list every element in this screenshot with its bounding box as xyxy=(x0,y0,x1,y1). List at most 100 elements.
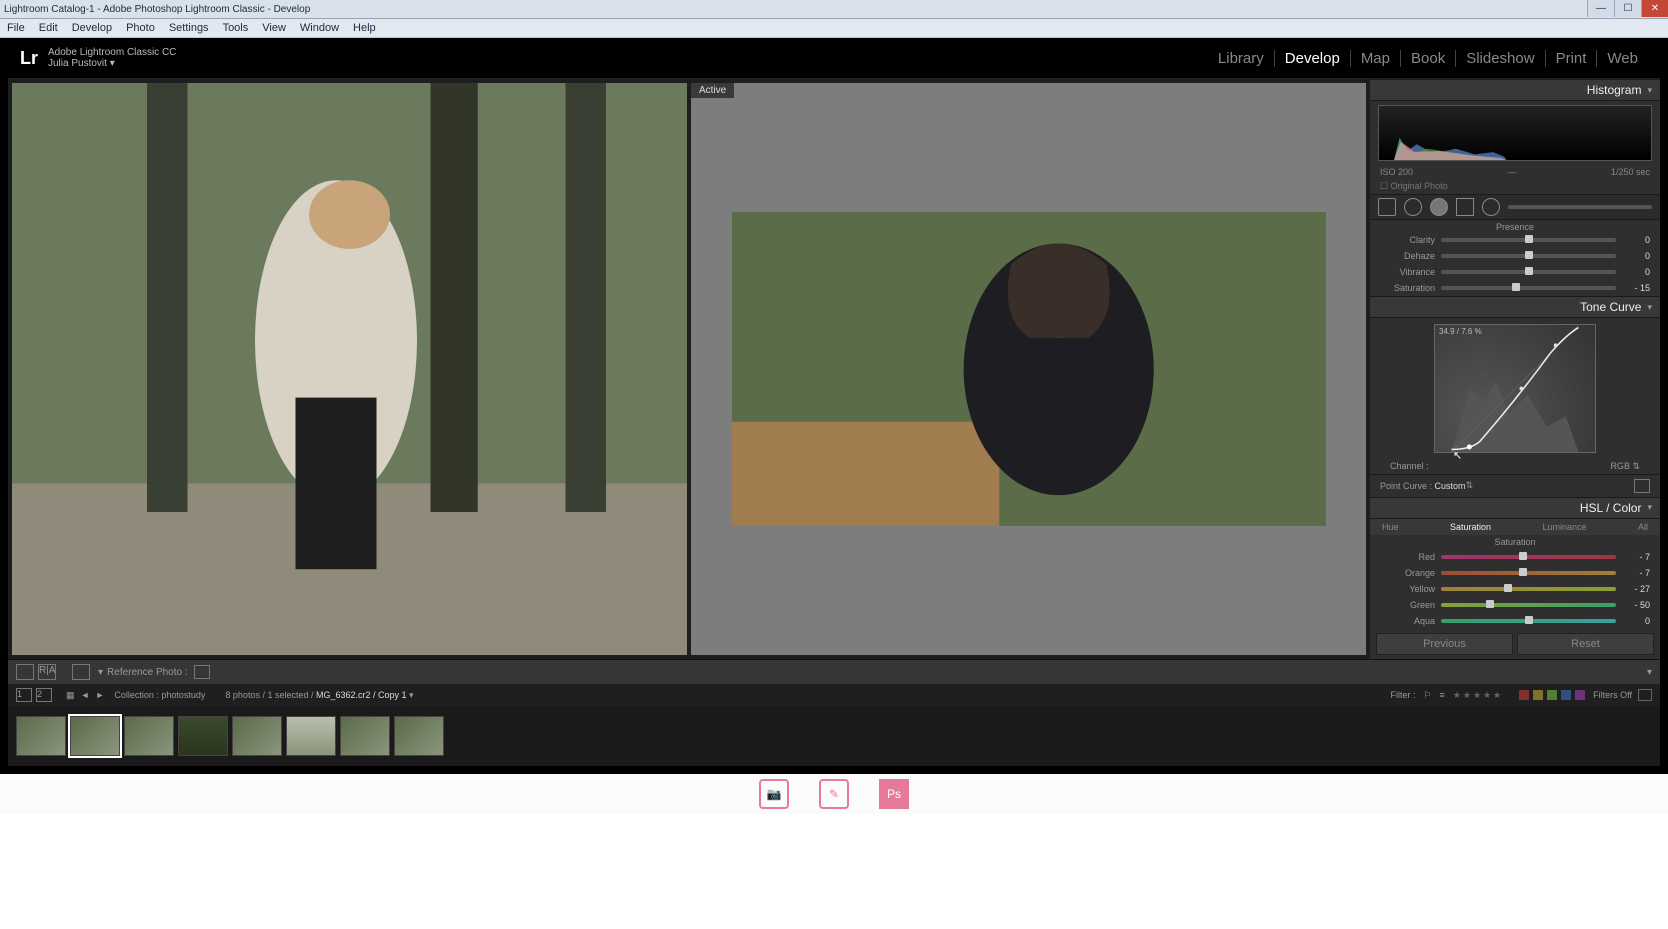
point-curve-value[interactable]: Custom xyxy=(1435,481,1466,491)
slider-value: 0 xyxy=(1622,616,1650,626)
channel-value[interactable]: RGB xyxy=(1610,461,1630,471)
hsl-tab-luminance[interactable]: Luminance xyxy=(1542,522,1586,532)
camera-icon[interactable]: 📷 xyxy=(759,779,789,809)
reference-view-icon[interactable]: R|A xyxy=(38,664,56,680)
point-curve-toggle-icon[interactable] xyxy=(1634,479,1650,493)
crop-tool-icon[interactable] xyxy=(1378,198,1396,216)
before-after-icon[interactable] xyxy=(72,664,90,680)
slider-clarity[interactable]: Clarity 0 xyxy=(1370,232,1660,248)
lock-reference-icon[interactable] xyxy=(194,665,210,679)
hsl-slider-green[interactable]: Green - 50 xyxy=(1370,597,1660,613)
hsl-tab-saturation[interactable]: Saturation xyxy=(1450,522,1491,532)
chevron-down-icon[interactable]: ▾ xyxy=(98,667,103,678)
menu-view[interactable]: View xyxy=(255,22,293,34)
filmstrip-thumb[interactable] xyxy=(178,716,228,756)
reference-pane[interactable]: Reference xyxy=(12,83,687,655)
filmstrip[interactable] xyxy=(8,706,1660,766)
spot-removal-icon[interactable] xyxy=(1404,198,1422,216)
second-monitor-icon[interactable]: 2 xyxy=(36,688,52,702)
second-window-icon[interactable]: 1 xyxy=(16,688,32,702)
active-pane[interactable]: Active xyxy=(691,83,1366,655)
sort-icon[interactable]: ≡ xyxy=(1440,690,1445,700)
filmstrip-thumb[interactable] xyxy=(16,716,66,756)
grid-icon[interactable]: ▦ xyxy=(66,690,75,701)
filmstrip-thumb[interactable] xyxy=(286,716,336,756)
module-print[interactable]: Print xyxy=(1545,50,1597,67)
slider-dehaze[interactable]: Dehaze 0 xyxy=(1370,248,1660,264)
chevron-down-icon[interactable]: ▾ xyxy=(1647,85,1652,96)
reset-button[interactable]: Reset xyxy=(1517,633,1654,655)
menu-help[interactable]: Help xyxy=(346,22,383,34)
filmstrip-thumb[interactable] xyxy=(70,716,120,756)
slider-vibrance[interactable]: Vibrance 0 xyxy=(1370,264,1660,280)
graduated-filter-icon[interactable] xyxy=(1456,198,1474,216)
hsl-slider-aqua[interactable]: Aqua 0 xyxy=(1370,613,1660,629)
rating-filter[interactable]: ★★★★★ xyxy=(1453,690,1503,701)
filmstrip-thumb[interactable] xyxy=(124,716,174,756)
hsl-tab-hue[interactable]: Hue xyxy=(1382,522,1399,532)
original-photo-toggle[interactable]: ☐ Original Photo xyxy=(1370,179,1660,194)
module-slideshow[interactable]: Slideshow xyxy=(1455,50,1544,67)
photoshop-icon[interactable]: Ps xyxy=(879,779,909,809)
overlay-icon-bar: 📷 ✎ Ps xyxy=(0,774,1668,814)
chevron-down-icon[interactable]: ▾ xyxy=(409,690,414,700)
slider-value: 0 xyxy=(1622,251,1650,261)
menu-file[interactable]: File xyxy=(0,22,32,34)
chevron-down-icon[interactable]: ▾ xyxy=(1647,302,1652,313)
loupe-view-icon[interactable] xyxy=(16,664,34,680)
menu-tools[interactable]: Tools xyxy=(216,22,256,34)
chevron-down-icon[interactable]: ▾ xyxy=(110,58,115,69)
identity-plate[interactable]: Adobe Lightroom Classic CC Julia Pustovi… xyxy=(48,47,176,69)
filter-lock-icon[interactable] xyxy=(1638,689,1652,701)
filmstrip-thumb[interactable] xyxy=(394,716,444,756)
previous-button[interactable]: Previous xyxy=(1376,633,1513,655)
slider-label: Dehaze xyxy=(1380,251,1435,261)
filmstrip-header: 1 2 ▦ ◄ ► Collection : photostudy 8 phot… xyxy=(8,684,1660,706)
menu-window[interactable]: Window xyxy=(293,22,346,34)
minimize-button[interactable]: — xyxy=(1587,0,1614,17)
menu-edit[interactable]: Edit xyxy=(32,22,65,34)
chevron-down-icon[interactable]: ▾ xyxy=(1647,667,1652,678)
maximize-button[interactable]: ☐ xyxy=(1614,0,1641,17)
hsl-slider-yellow[interactable]: Yellow - 27 xyxy=(1370,581,1660,597)
redeye-tool-icon[interactable] xyxy=(1430,198,1448,216)
nav-back-icon[interactable]: ◄ xyxy=(81,690,90,700)
hsl-slider-orange[interactable]: Orange - 7 xyxy=(1370,565,1660,581)
slider-saturation[interactable]: Saturation - 15 xyxy=(1370,280,1660,296)
secondary-toolbar: R|A ▾ Reference Photo : ▾ xyxy=(8,659,1660,684)
close-button[interactable]: ✕ xyxy=(1641,0,1668,17)
histogram-header[interactable]: Histogram▾ xyxy=(1370,79,1660,101)
menu-photo[interactable]: Photo xyxy=(119,22,162,34)
product-name: Adobe Lightroom Classic CC xyxy=(48,47,176,58)
filters-off-label[interactable]: Filters Off xyxy=(1593,690,1632,700)
color-label-filter[interactable] xyxy=(1519,690,1585,700)
hsl-header[interactable]: HSL / Color▾ xyxy=(1370,497,1660,519)
chevron-down-icon[interactable]: ▾ xyxy=(1647,502,1652,513)
menu-settings[interactable]: Settings xyxy=(162,22,216,34)
radial-filter-icon[interactable] xyxy=(1482,198,1500,216)
module-develop[interactable]: Develop xyxy=(1274,50,1350,67)
active-label: Active xyxy=(691,83,734,98)
topbar: Lr Adobe Lightroom Classic CC Julia Pust… xyxy=(8,38,1660,79)
tone-curve-header[interactable]: Tone Curve▾ xyxy=(1370,296,1660,318)
cursor-icon: ↖ xyxy=(1453,449,1462,462)
edit-photo-icon[interactable]: ✎ xyxy=(819,779,849,809)
module-web[interactable]: Web xyxy=(1596,50,1648,67)
collection-label[interactable]: Collection : photostudy xyxy=(114,690,205,700)
lightroom-logo-icon: Lr xyxy=(20,48,38,69)
module-map[interactable]: Map xyxy=(1350,50,1400,67)
iso-value: ISO 200 xyxy=(1380,167,1413,177)
tone-curve-graph[interactable]: 34.9 / 7.6 % ↖ xyxy=(1434,324,1596,453)
hsl-tab-all[interactable]: All xyxy=(1638,522,1648,532)
module-book[interactable]: Book xyxy=(1400,50,1455,67)
nav-forward-icon[interactable]: ► xyxy=(95,690,104,700)
filmstrip-thumb[interactable] xyxy=(340,716,390,756)
hsl-slider-red[interactable]: Red - 7 xyxy=(1370,549,1660,565)
flag-filter-icon[interactable]: ⚐ xyxy=(1423,690,1431,701)
brush-size-slider[interactable] xyxy=(1508,205,1652,209)
filmstrip-thumb[interactable] xyxy=(232,716,282,756)
menu-develop[interactable]: Develop xyxy=(65,22,119,34)
slider-label: Aqua xyxy=(1380,616,1435,626)
module-library[interactable]: Library xyxy=(1208,50,1274,67)
histogram-graph[interactable] xyxy=(1378,105,1652,161)
